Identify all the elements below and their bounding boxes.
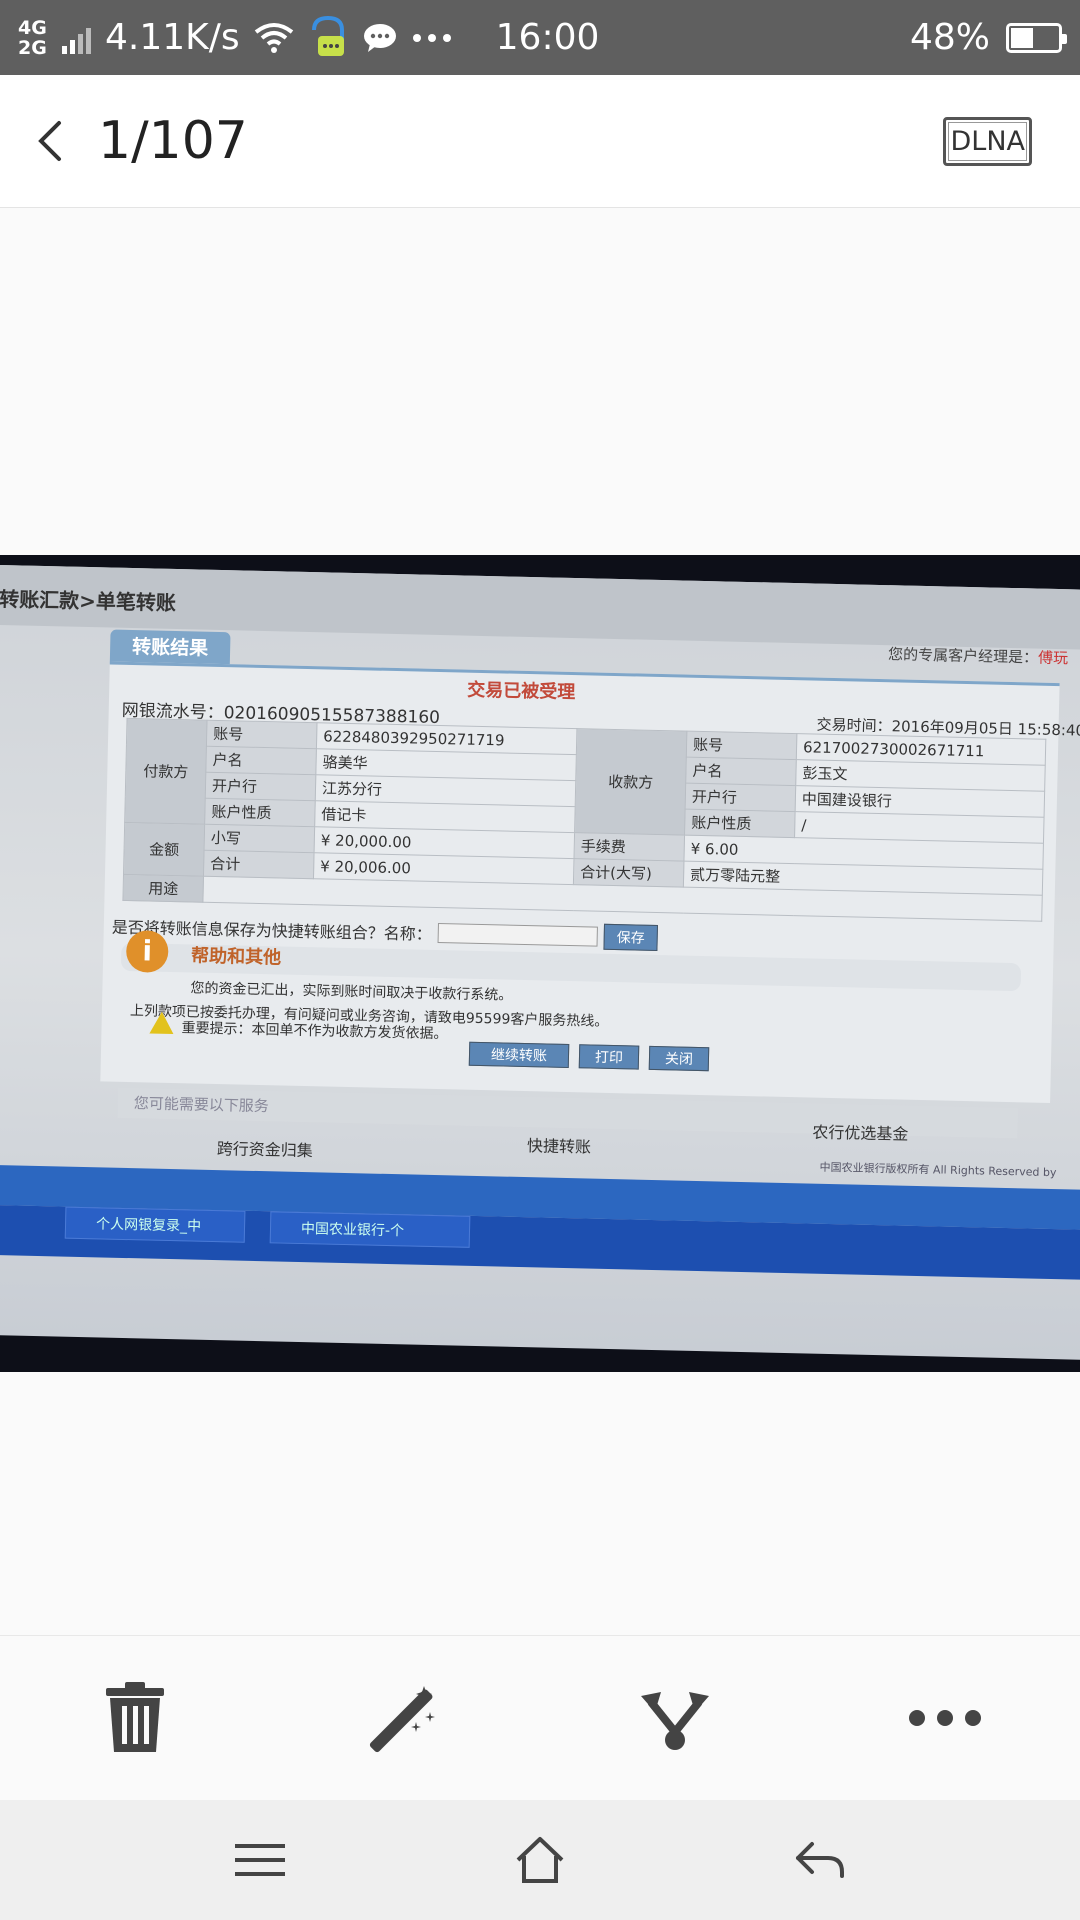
chat-bubble-icon [308, 15, 348, 58]
viewer-header: 1/107 DLNA [0, 75, 1080, 208]
photo-taskbar-item-2: 中国农业银行-个 [269, 1211, 471, 1248]
more-dots-icon [412, 18, 452, 58]
photo-service-2: 快捷转账 [526, 1136, 592, 1157]
battery-icon [1006, 22, 1067, 53]
photo-service-3: 农行优选基金 [812, 1122, 909, 1144]
delete-button[interactable] [80, 1663, 190, 1773]
photo-warning-icon [149, 1011, 174, 1035]
photo-print-button: 打印 [578, 1044, 640, 1070]
magic-wand-icon [369, 1686, 435, 1753]
battery-percent: 48% [909, 17, 990, 58]
photo-continue-button: 继续转账 [468, 1041, 570, 1069]
photo-accepted-text: 交易已被受理 [467, 679, 576, 704]
network-type-top: 4G [18, 16, 47, 39]
home-button[interactable] [490, 1810, 590, 1910]
photo-manager-note: 您的专属客户经理是：傅玩 [887, 645, 1069, 668]
battery-level [1011, 27, 1034, 48]
page-counter: 1/107 [98, 111, 248, 171]
chevron-left-icon [38, 121, 61, 161]
trash-icon [106, 1682, 164, 1752]
share-icon [641, 1692, 709, 1750]
back-button[interactable] [2, 93, 98, 189]
dlna-button[interactable]: DLNA [943, 116, 1032, 166]
photo-help-title: 帮助和其他 [190, 945, 282, 969]
menu-icon [235, 1844, 285, 1876]
clock: 16:00 [495, 17, 600, 58]
image-viewer[interactable]: 转账汇款>单笔转账 您的专属客户经理是：傅玩 转账结果 交易已被受理 网银流水号… [0, 208, 1080, 1635]
photo-taskbar-item-1: 个人网银复录_中 [64, 1206, 246, 1243]
more-icon [909, 1710, 981, 1726]
edit-button[interactable] [350, 1663, 460, 1773]
photo-breadcrumb: 转账汇款>单笔转账 [0, 586, 177, 615]
home-icon [516, 1837, 564, 1883]
photo-screen-content: 转账汇款>单笔转账 您的专属客户经理是：傅玩 转账结果 交易已被受理 网银流水号… [0, 565, 1080, 1360]
signal-icon [62, 22, 91, 54]
bottom-toolbar [0, 1635, 1080, 1800]
photo-service-1: 跨行资金归集 [216, 1139, 314, 1161]
photo-tab-result: 转账结果 [109, 629, 231, 667]
photo-close-button: 关闭 [648, 1045, 710, 1072]
menu-button[interactable] [210, 1810, 310, 1910]
network-type-bottom: 2G [18, 36, 47, 59]
message-icon [362, 18, 398, 58]
photo[interactable]: 转账汇款>单笔转账 您的专属客户经理是：傅玩 转账结果 交易已被受理 网银流水号… [0, 555, 1080, 1372]
system-nav-bar [0, 1800, 1080, 1920]
network-type: 4G 2G [18, 18, 62, 58]
photo-copyright: 中国农业银行版权所有 All Rights Reserved by [819, 1160, 1057, 1180]
share-button[interactable] [620, 1663, 730, 1773]
more-button[interactable] [890, 1663, 1000, 1773]
back-arrow-icon [796, 1842, 844, 1878]
status-bar: 4G 2G 4.11K/s 16:00 48% [0, 0, 1080, 75]
back-nav-button[interactable] [770, 1810, 870, 1910]
net-speed: 4.11K/s [105, 17, 240, 58]
wifi-icon [254, 18, 294, 58]
photo-transfer-table: 付款方 账号 6228480392950271719 收款方 账号 621700… [122, 718, 1046, 922]
